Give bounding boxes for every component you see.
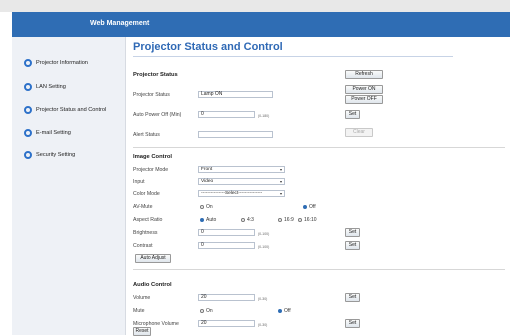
volume-field[interactable]: 20 [198, 294, 255, 301]
aspect-auto-radio[interactable]: Auto [200, 217, 216, 223]
circle-icon [24, 129, 32, 137]
auto-power-off-label: Auto Power Off (Min) [133, 112, 182, 118]
web-management-title: Web Management [90, 20, 150, 27]
volume-label: Volume [133, 295, 151, 301]
contrast-range: (0-100) [258, 245, 270, 249]
sidebar-item-security-setting[interactable]: Security Setting [24, 148, 75, 162]
radio-icon [241, 218, 245, 222]
mute-on-radio[interactable]: On [200, 308, 213, 314]
circle-icon [24, 106, 32, 114]
input-select[interactable]: Video [198, 178, 285, 185]
radio-icon [200, 218, 204, 222]
refresh-button[interactable]: Refresh [345, 70, 383, 79]
radio-icon [303, 205, 307, 209]
av-mute-on-label: On [206, 204, 213, 210]
aspect-16-9-radio[interactable]: 16:9 [278, 217, 294, 223]
sidebar-item-label: Projector Information [36, 60, 88, 66]
sidebar-item-label: Security Setting [36, 152, 76, 158]
projector-status-field[interactable]: Lamp ON [198, 91, 273, 98]
radio-icon [200, 309, 204, 313]
set-mic-volume-button[interactable]: Set [345, 319, 360, 328]
set-brightness-button[interactable]: Set [345, 228, 360, 237]
sidebar: Projector Information LAN Setting Projec… [12, 37, 126, 335]
power-off-button[interactable]: Power OFF [345, 95, 383, 104]
circle-icon [24, 151, 32, 159]
section-divider [133, 269, 505, 270]
aspect-auto-label: Auto [206, 217, 217, 223]
sidebar-item-lan-setting[interactable]: LAN Setting [24, 80, 66, 94]
mute-off-label: Off [284, 308, 291, 314]
mute-on-label: On [206, 308, 213, 314]
page-title: Projector Status and Control [133, 41, 283, 53]
aspect-4-3-label: 4:3 [247, 217, 254, 223]
main-content: Projector Status and Control Projector S… [125, 37, 510, 336]
mic-volume-range: (0-30) [258, 323, 268, 327]
aspect-4-3-radio[interactable]: 4:3 [241, 217, 254, 223]
radio-icon [278, 309, 282, 313]
aspect-16-10-radio[interactable]: 16:10 [298, 217, 317, 223]
projector-mode-label: Projector Mode [133, 167, 169, 173]
set-contrast-button[interactable]: Set [345, 241, 360, 250]
input-label: Input [133, 179, 145, 185]
audio-control-heading: Audio Control [133, 282, 172, 288]
color-mode-select[interactable]: ---------------Select--------------- [198, 190, 285, 197]
aspect-ratio-label: Aspect Ratio [133, 217, 163, 223]
av-mute-on-radio[interactable]: On [200, 204, 213, 210]
header-bar: Web Management [12, 12, 510, 37]
mic-volume-field[interactable]: 20 [198, 320, 255, 327]
sidebar-item-projector-status-control[interactable]: Projector Status and Control [24, 103, 106, 117]
aspect-16-9-label: 16:9 [284, 217, 294, 223]
av-mute-label: AV-Mute [133, 204, 153, 210]
auto-adjust-button[interactable]: Auto Adjust [135, 254, 171, 263]
set-volume-button[interactable]: Set [345, 293, 360, 302]
volume-range: (0-30) [258, 297, 268, 301]
image-control-heading: Image Control [133, 154, 172, 160]
sidebar-item-projector-information[interactable]: Projector Information [24, 56, 88, 70]
auto-power-off-field[interactable]: 0 [198, 111, 255, 118]
sidebar-item-label: E-mail Setting [36, 130, 71, 136]
projector-status-heading: Projector Status [133, 72, 178, 78]
av-mute-off-label: Off [309, 204, 316, 210]
projector-status-label: Projector Status [133, 92, 170, 98]
circle-icon [24, 83, 32, 91]
power-on-button[interactable]: Power ON [345, 85, 383, 94]
brightness-field[interactable]: 0 [198, 229, 255, 236]
mute-label: Mute [133, 308, 145, 314]
sidebar-item-email-setting[interactable]: E-mail Setting [24, 126, 71, 140]
alert-status-field[interactable] [198, 131, 273, 138]
contrast-field[interactable]: 0 [198, 242, 255, 249]
projector-mode-select[interactable]: Front [198, 166, 285, 173]
mute-off-radio[interactable]: Off [278, 308, 291, 314]
radio-icon [278, 218, 282, 222]
sidebar-item-label: LAN Setting [36, 84, 66, 90]
contrast-label: Contrast [133, 243, 153, 249]
sidebar-item-label: Projector Status and Control [36, 107, 107, 113]
browser-top-strip [0, 0, 510, 12]
radio-icon [298, 218, 302, 222]
av-mute-off-radio[interactable]: Off [303, 204, 316, 210]
aspect-16-10-label: 16:10 [304, 217, 317, 223]
brightness-label: Brightness [133, 230, 158, 236]
alert-status-label: Alert Status [133, 132, 160, 138]
brightness-range: (0-100) [258, 232, 270, 236]
color-mode-label: Color Mode [133, 191, 160, 197]
set-auto-power-off-button[interactable]: Set [345, 110, 360, 119]
section-divider [133, 147, 505, 148]
clear-alert-button[interactable]: Clear [345, 128, 373, 137]
radio-icon [200, 205, 204, 209]
title-divider [133, 56, 453, 57]
auto-power-off-range: (0-180) [258, 114, 270, 118]
circle-icon [24, 59, 32, 67]
